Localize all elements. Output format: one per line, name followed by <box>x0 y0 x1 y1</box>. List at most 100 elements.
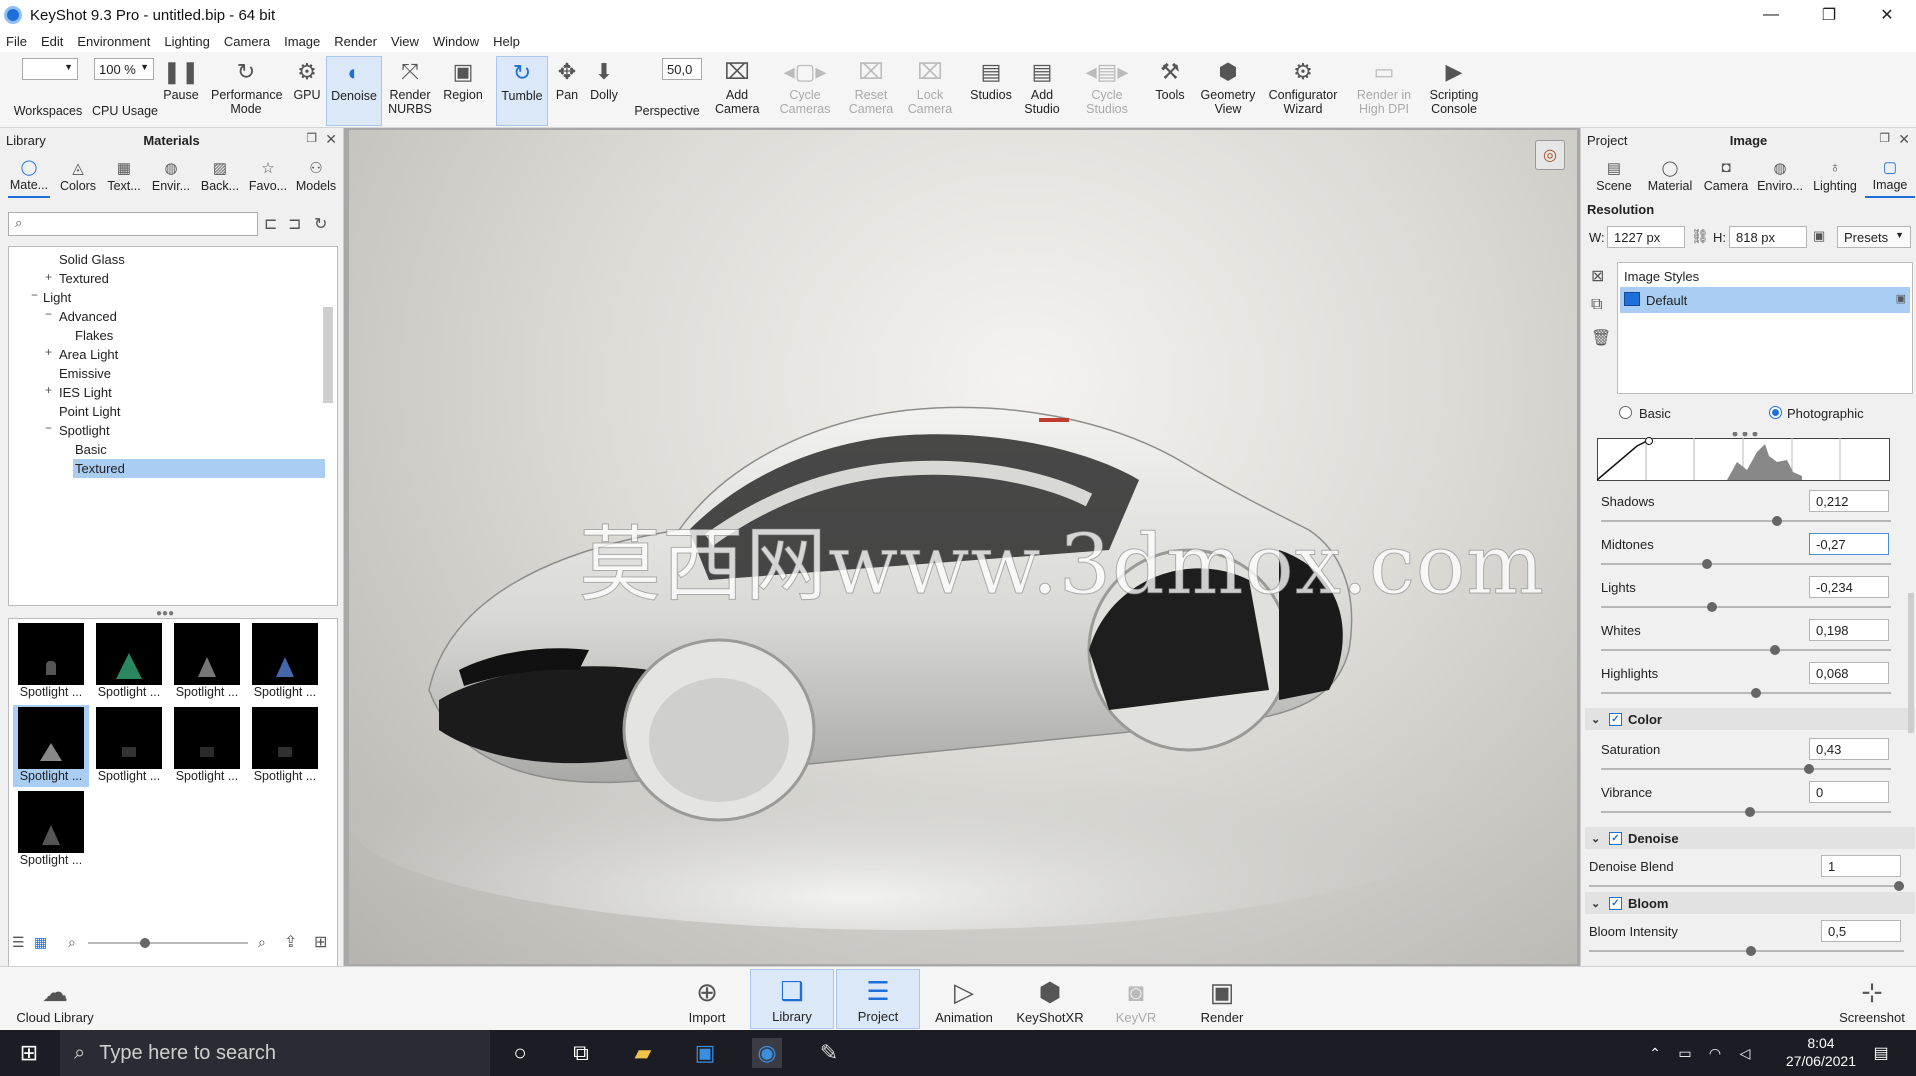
geometry-view-button[interactable]: ⬢ Geometry View <box>1196 56 1260 126</box>
cloud-library-button[interactable]: ☁ Cloud Library <box>14 969 96 1029</box>
task-view-icon[interactable]: ⧉ <box>566 1038 596 1068</box>
paint-app-icon[interactable]: ✎ <box>814 1038 844 1068</box>
basic-radio[interactable] <box>1619 406 1632 419</box>
reset-camera-button[interactable]: ⌧ Reset Camera <box>842 56 900 126</box>
taskbar-clock[interactable]: 8:04 27/06/2021 <box>1786 1034 1856 1070</box>
close-panel-icon[interactable]: ✕ <box>325 131 337 148</box>
param-input-midtones[interactable]: -0,27 <box>1809 533 1889 555</box>
float-panel-icon[interactable]: ❐ <box>306 131 317 145</box>
slider-knob[interactable] <box>1770 645 1780 655</box>
slider-knob[interactable] <box>140 938 150 948</box>
thumbnail-item[interactable]: Spotlight ... <box>13 621 89 703</box>
panel-scrollbar[interactable] <box>1908 593 1914 733</box>
lock-icon[interactable]: ▣ <box>1813 228 1825 244</box>
upload-icon[interactable]: ⇪ <box>284 932 297 952</box>
tree-item-ies-light[interactable]: IES Light <box>59 383 112 402</box>
tab-models[interactable]: ⚇ Models <box>294 154 338 198</box>
denoise-checkbox[interactable]: ✓ <box>1609 831 1622 845</box>
tree-item-spotlight[interactable]: Spotlight <box>59 421 110 440</box>
param-slider-midtones[interactable] <box>1601 559 1891 569</box>
slider-knob[interactable] <box>1702 559 1712 569</box>
pause-button[interactable]: ❚❚ Pause <box>160 56 202 126</box>
cycle-cameras-button[interactable]: ◂▢▸ Cycle Cameras <box>776 56 834 126</box>
tree-item-point-light[interactable]: Point Light <box>59 402 120 421</box>
color-section-header[interactable]: ⌄ ✓ Color <box>1585 708 1915 730</box>
keyshot-taskbar-icon[interactable]: ◉ <box>752 1038 782 1068</box>
denoise-button[interactable]: ◐ Denoise <box>326 56 382 126</box>
tree-item-solid-glass[interactable]: Solid Glass <box>59 250 125 269</box>
slider-knob[interactable] <box>1707 602 1717 612</box>
dolly-button[interactable]: ⬇ Dolly <box>586 56 622 126</box>
thumbnail-item[interactable]: Spotlight ... <box>169 621 245 703</box>
tree-item-flakes[interactable]: Flakes <box>75 326 113 345</box>
thumbnail-item[interactable]: Spotlight ... <box>247 621 323 703</box>
bloom-intensity-input[interactable]: 0,5 <box>1821 920 1901 942</box>
bloom-intensity-slider[interactable] <box>1589 946 1904 956</box>
tree-item-advanced[interactable]: Advanced <box>59 307 117 326</box>
close-button[interactable]: ✕ <box>1858 0 1916 30</box>
keyvr-button[interactable]: ◙ KeyVR <box>1106 969 1166 1029</box>
tab-material[interactable]: ◯ Material <box>1643 154 1697 198</box>
battery-icon[interactable]: ▭ <box>1670 1038 1700 1068</box>
param-slider-shadows[interactable] <box>1601 516 1891 526</box>
menu-camera[interactable]: Camera <box>224 34 270 49</box>
zoom-out-icon[interactable]: ⌕ <box>68 934 76 951</box>
tab-lighting[interactable]: ♁ Lighting <box>1809 154 1861 198</box>
param-slider-highlights[interactable] <box>1601 688 1891 698</box>
param-input-highlights[interactable]: 0,068 <box>1809 662 1889 684</box>
slider-knob[interactable] <box>1751 688 1761 698</box>
keyshotxr-button[interactable]: ⬢ KeyShotXR <box>1014 969 1086 1029</box>
expand-icon[interactable]: + <box>45 270 52 284</box>
tree-item-textured-selected[interactable]: Textured <box>73 459 325 478</box>
color-checkbox[interactable]: ✓ <box>1609 712 1622 726</box>
slider-knob[interactable] <box>1746 946 1756 956</box>
library-button[interactable]: ❑ Library <box>750 969 834 1029</box>
expand-icon[interactable]: + <box>45 383 52 397</box>
menu-help[interactable]: Help <box>493 34 520 49</box>
menu-file[interactable]: File <box>6 34 27 49</box>
collapse-icon[interactable]: − <box>31 288 38 302</box>
photos-icon[interactable]: ▣ <box>690 1038 720 1068</box>
denoise-blend-slider[interactable] <box>1589 881 1904 891</box>
animation-button[interactable]: ▷ Animation <box>926 969 1002 1029</box>
menu-lighting[interactable]: Lighting <box>164 34 210 49</box>
minimize-button[interactable]: — <box>1742 0 1800 30</box>
thumbnail-item[interactable]: Spotlight ... <box>91 705 167 787</box>
slider-knob[interactable] <box>1894 881 1904 891</box>
slider-knob[interactable] <box>1804 764 1814 774</box>
menu-environment[interactable]: Environment <box>77 34 150 49</box>
tab-backplates[interactable]: ▨ Back... <box>198 154 242 198</box>
tree-scrollbar[interactable] <box>323 307 333 403</box>
tree-item-area-light[interactable]: Area Light <box>59 345 118 364</box>
configurator-wizard-button[interactable]: ⚙ Configurator Wizard <box>1264 56 1342 126</box>
vibrance-slider[interactable] <box>1601 807 1891 817</box>
param-input-shadows[interactable]: 0,212 <box>1809 490 1889 512</box>
notifications-icon[interactable]: ▤ <box>1866 1038 1896 1068</box>
thumbnail-item-selected[interactable]: Spotlight ... <box>13 705 89 787</box>
denoise-section-header[interactable]: ⌄ ✓ Denoise <box>1585 827 1915 849</box>
tab-textures[interactable]: ▦ Text... <box>104 154 144 198</box>
collapse-icon[interactable]: − <box>45 307 52 321</box>
tone-curve-histogram[interactable] <box>1597 432 1891 482</box>
pan-button[interactable]: ✥ Pan <box>552 56 582 126</box>
tree-item-emissive[interactable]: Emissive <box>59 364 111 383</box>
cpu-usage-button[interactable]: CPU Usage <box>90 56 160 126</box>
slider-knob[interactable] <box>1745 807 1755 817</box>
project-button[interactable]: ☰ Project <box>836 969 920 1029</box>
menu-render[interactable]: Render <box>334 34 377 49</box>
close-panel-icon[interactable]: ✕ <box>1898 131 1910 148</box>
tree-item-basic[interactable]: Basic <box>75 440 107 459</box>
saturation-slider[interactable] <box>1601 764 1891 774</box>
add-image-style-icon[interactable]: ⊠ <box>1591 266 1604 286</box>
expand-icon[interactable]: + <box>45 345 52 359</box>
param-input-whites[interactable]: 0,198 <box>1809 619 1889 641</box>
taskbar-search-box[interactable]: ⌕ Type here to search <box>60 1030 490 1076</box>
scripting-console-button[interactable]: ▶ Scripting Console <box>1420 56 1488 126</box>
maximize-button[interactable]: ❐ <box>1800 0 1858 30</box>
cycle-studios-button[interactable]: ◂▤▸ Cycle Studios <box>1080 56 1134 126</box>
link-icon[interactable]: ⛓ <box>1691 228 1709 245</box>
tab-colors[interactable]: ◬ Colors <box>56 154 100 198</box>
tree-item-textured[interactable]: Textured <box>59 269 109 288</box>
tab-favorites[interactable]: ☆ Favo... <box>246 154 290 198</box>
thumbnail-item[interactable]: Spotlight ... <box>13 789 89 871</box>
